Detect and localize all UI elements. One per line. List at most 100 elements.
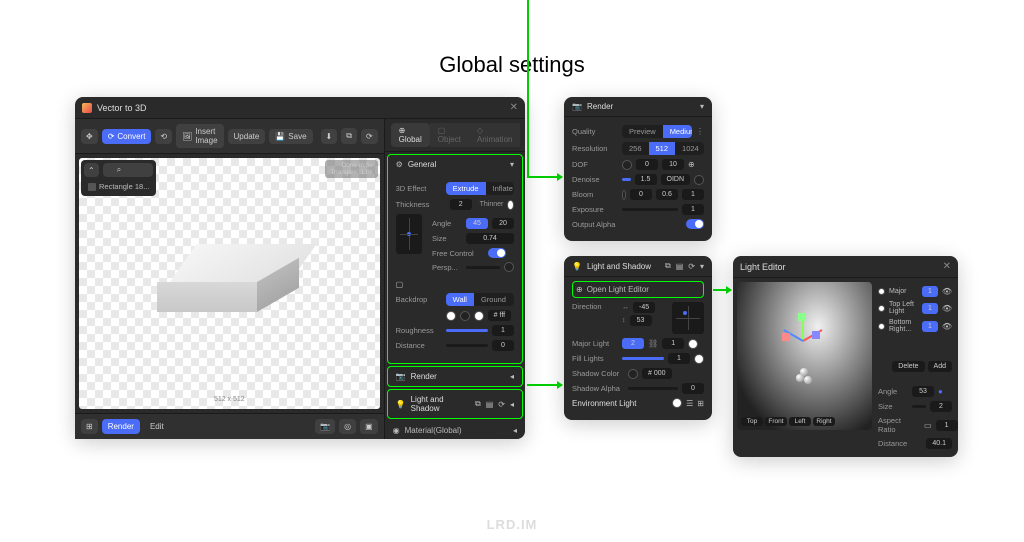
major-swatch[interactable]	[878, 288, 885, 295]
size-value[interactable]: 0.74	[466, 233, 514, 244]
fill-color[interactable]	[694, 354, 704, 364]
tab-object[interactable]: ▢ Object	[430, 123, 469, 147]
backdrop-ground[interactable]: Ground	[474, 293, 513, 306]
search-icon[interactable]: ⌕	[103, 163, 154, 177]
res-1024[interactable]: 1024	[675, 142, 704, 155]
bottom-right-val[interactable]: 1	[922, 321, 938, 332]
roughness-slider[interactable]	[446, 329, 488, 332]
color-hex[interactable]: # fff	[488, 310, 511, 321]
eye-icon[interactable]: 👁	[942, 287, 952, 296]
backdrop-wall[interactable]: Wall	[446, 293, 474, 306]
topleft-swatch[interactable]	[878, 305, 885, 312]
dof-toggle[interactable]	[622, 160, 632, 170]
chevron-down-icon[interactable]: ▾	[510, 160, 514, 169]
grid-icon[interactable]: ⊞	[81, 419, 98, 434]
major-val2[interactable]: 1	[662, 338, 684, 349]
history-icon[interactable]: ⟲	[155, 129, 172, 144]
more-icon[interactable]: ⋮	[696, 127, 704, 136]
move-tool-icon[interactable]: ✥	[81, 129, 98, 144]
res-256[interactable]: 256	[622, 142, 649, 155]
bottomright-swatch[interactable]	[878, 323, 885, 330]
tab-animation[interactable]: ◇ Animation	[469, 123, 521, 147]
denoise-value[interactable]: 1.5	[635, 174, 657, 185]
convert-button[interactable]: ⟳Convert	[102, 129, 152, 144]
layer-name[interactable]: Rectangle 18...	[99, 182, 149, 191]
angle-y[interactable]: 20	[492, 218, 514, 229]
quality-medium[interactable]: Medium	[663, 125, 692, 138]
update-button[interactable]: Update	[228, 129, 266, 144]
le-distance-val[interactable]: 40.1	[926, 438, 952, 449]
refresh-icon[interactable]: ⟳	[498, 400, 505, 409]
le-aspect-val[interactable]: 1	[936, 420, 958, 431]
view-top[interactable]: Top	[741, 417, 763, 426]
close-icon[interactable]: ✕	[510, 102, 518, 113]
backdrop-none[interactable]: None	[513, 293, 514, 306]
bottom-right-item[interactable]: Bottom Right...	[889, 319, 918, 333]
thickness-value[interactable]: 2	[450, 199, 472, 210]
open-light-editor-button[interactable]: ⊕ Open Light Editor	[572, 281, 704, 298]
light-editor-viewport[interactable]: Top Front Left Right	[737, 282, 872, 430]
insert-image-button[interactable]: 🖼Insert Image	[176, 124, 223, 148]
thinner-toggle[interactable]	[507, 200, 514, 210]
direction-control[interactable]	[672, 302, 704, 334]
copy-icon[interactable]: ⧉	[665, 261, 671, 271]
perspective-toggle[interactable]	[504, 262, 514, 272]
render-button[interactable]: Render	[102, 419, 140, 434]
cube-icon[interactable]: ▣	[360, 419, 378, 434]
link-icon[interactable]: ⛓	[648, 339, 658, 348]
denoise-toggle[interactable]	[694, 175, 704, 185]
denoise-slider[interactable]	[622, 178, 631, 181]
res-512[interactable]: 512	[649, 142, 676, 155]
aspect-icon[interactable]: ▭	[924, 421, 932, 430]
save-button[interactable]: 💾Save	[269, 129, 312, 144]
angle-x[interactable]: 45	[466, 218, 488, 229]
roughness-value[interactable]: 1	[492, 325, 514, 336]
color-swatch-2[interactable]	[474, 311, 484, 321]
top-left-item[interactable]: Top Left Light	[889, 301, 918, 315]
material-section-collapsed[interactable]: ◉ Material(Global) ◂	[385, 421, 525, 439]
env-grid-icon[interactable]: ⊞	[697, 399, 704, 408]
eye-icon[interactable]: 👁	[942, 322, 952, 331]
eye-icon[interactable]: 👁	[942, 304, 952, 313]
library-icon[interactable]: ▤	[486, 400, 494, 409]
render-section-collapsed[interactable]: 📷 Render ◂	[387, 366, 523, 387]
fill-slider[interactable]	[622, 357, 664, 360]
bloom-toggle[interactable]	[622, 190, 626, 200]
major-light-item[interactable]: Major	[889, 288, 918, 295]
refresh-icon[interactable]: ⟳	[361, 129, 378, 144]
bloom-v1[interactable]: 0	[630, 189, 652, 200]
top-left-val[interactable]: 1	[922, 303, 938, 314]
exposure-value[interactable]: 1	[682, 204, 704, 215]
le-angle-val[interactable]: 53	[912, 386, 934, 397]
download-icon[interactable]: ⬇	[321, 129, 338, 144]
edit-button[interactable]: Edit	[144, 419, 170, 434]
focus-icon[interactable]: ◎	[339, 419, 356, 434]
distance-value[interactable]: 0	[492, 340, 514, 351]
perspective-slider[interactable]	[466, 266, 500, 269]
shadow-alpha-slider[interactable]	[628, 387, 678, 390]
shadow-hex[interactable]: # 000	[642, 368, 672, 379]
collapse-icon[interactable]: ⌃	[84, 163, 99, 177]
direction-y[interactable]: 53	[630, 315, 652, 326]
free-control-toggle[interactable]	[488, 248, 506, 258]
denoise-mode[interactable]: OIDN	[661, 174, 691, 185]
view-front[interactable]: Front	[765, 417, 787, 426]
copy-icon[interactable]: ⧉	[341, 128, 357, 144]
chevron-down-icon[interactable]: ▾	[700, 102, 704, 111]
env-color[interactable]	[672, 398, 682, 408]
refresh-icon[interactable]: ⟳	[688, 262, 695, 271]
output-alpha-toggle[interactable]	[686, 219, 704, 229]
effect-extrude[interactable]: Extrude	[446, 182, 486, 195]
add-button[interactable]: Add	[928, 361, 952, 372]
bloom-v2[interactable]: 0.6	[656, 189, 678, 200]
close-icon[interactable]: ✕	[943, 261, 951, 272]
target-icon[interactable]: ⊕	[688, 160, 695, 169]
distance-slider[interactable]	[446, 344, 488, 347]
copy-icon[interactable]: ⧉	[475, 399, 481, 409]
angle-control[interactable]	[396, 214, 422, 254]
chevron-down-icon[interactable]: ▾	[700, 262, 704, 271]
dof-value2[interactable]: 10	[662, 159, 684, 170]
light-shadow-section-collapsed[interactable]: 💡 Light and Shadow ⧉ ▤ ⟳ ◂	[387, 389, 523, 419]
color-swatch-swap[interactable]	[460, 311, 470, 321]
env-list-icon[interactable]: ☰	[686, 399, 693, 408]
